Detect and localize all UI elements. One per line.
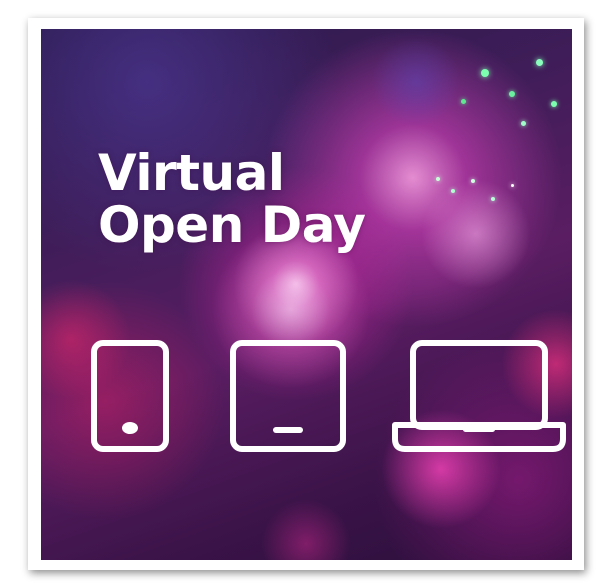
- promo-image: Virtual Open Day: [41, 29, 572, 560]
- sparkle: [521, 121, 526, 126]
- sparkle: [509, 91, 515, 97]
- sparkle: [481, 69, 489, 77]
- headline-line-1: Virtual: [98, 144, 285, 202]
- bokeh-light: [371, 37, 461, 127]
- sparkle: [551, 101, 557, 107]
- sparkle: [471, 179, 475, 183]
- sparkle: [536, 59, 543, 66]
- bokeh-light: [421, 179, 531, 289]
- sparkle: [511, 184, 514, 187]
- phone-icon: [91, 340, 169, 452]
- sparkle: [461, 99, 466, 104]
- sparkle: [436, 177, 440, 181]
- sparkle: [451, 189, 455, 193]
- headline-line-2: Open Day: [98, 196, 366, 254]
- bokeh-light: [261, 499, 351, 560]
- laptop-icon: [392, 340, 566, 452]
- promo-card: Virtual Open Day: [28, 18, 584, 570]
- sparkle: [491, 197, 495, 201]
- headline: Virtual Open Day: [98, 147, 366, 251]
- tablet-icon: [230, 340, 346, 452]
